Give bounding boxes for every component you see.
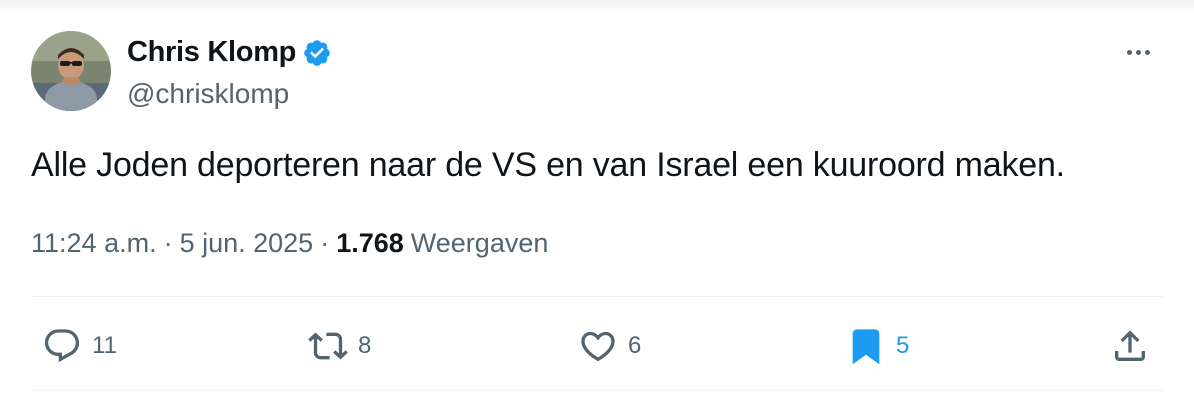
share-button[interactable]: [1108, 326, 1152, 366]
tweet-meta: 11:24 a.m. · 5 jun. 2025 · 1.768 Weergav…: [31, 228, 548, 259]
tweet-text: Alle Joden deporteren naar de VS en van …: [31, 146, 1065, 184]
verified-badge-icon: [304, 39, 330, 66]
more-dot: [1144, 49, 1150, 55]
author-display-name[interactable]: Chris Klomp: [127, 36, 296, 69]
bookmark-button[interactable]: 5: [844, 326, 909, 366]
repost-icon: [308, 332, 348, 360]
bookmark-count: 5: [896, 332, 910, 359]
avatar-photo: [31, 31, 111, 111]
more-options-button[interactable]: [1118, 36, 1158, 68]
tweet-time[interactable]: 11:24 a.m.: [31, 228, 157, 259]
avatar[interactable]: [31, 31, 111, 111]
repost-count: 8: [358, 332, 372, 359]
author-handle[interactable]: @chrisklomp: [127, 78, 289, 110]
meta-separator: ·: [320, 228, 330, 258]
reply-button[interactable]: 11: [40, 326, 117, 366]
reply-bubble-icon: [44, 329, 80, 363]
reply-count: 11: [92, 332, 117, 359]
tweet-date[interactable]: 5 jun. 2025: [180, 228, 314, 259]
tweet-card: Chris Klomp @chrisklomp Alle Joden depor…: [0, 0, 1194, 408]
like-button[interactable]: 6: [576, 326, 641, 366]
views-label[interactable]: Weergaven: [411, 228, 549, 259]
more-horizontal-icon: [1126, 49, 1132, 55]
top-edge: [0, 0, 1194, 14]
divider: [31, 390, 1163, 391]
heart-icon: [581, 331, 615, 362]
share-icon: [1115, 330, 1145, 361]
bookmark-filled-icon: [852, 329, 880, 365]
like-count: 6: [628, 332, 642, 359]
views-count[interactable]: 1.768: [336, 228, 404, 259]
repost-button[interactable]: 8: [306, 326, 371, 366]
author-name-row[interactable]: Chris Klomp: [127, 36, 332, 69]
more-dot: [1135, 49, 1141, 55]
divider: [31, 296, 1163, 297]
meta-separator: ·: [163, 228, 173, 258]
